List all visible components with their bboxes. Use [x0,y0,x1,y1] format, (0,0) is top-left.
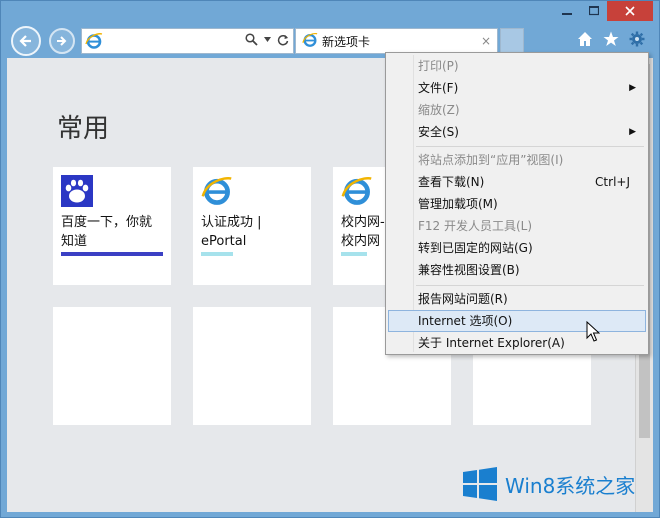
shortcut-label: Ctrl+J [595,175,630,189]
frequent-site-tile[interactable]: 认证成功 | ePortal [193,167,311,285]
address-actions [245,33,289,46]
command-icons [577,31,645,47]
windows-logo-icon [463,467,497,501]
maximize-icon [588,6,599,16]
menu-item-internet-options[interactable]: Internet 选项(O) [388,310,646,332]
tile-label: 认证成功 | ePortal [201,215,262,249]
baidu-paw-icon [61,175,93,210]
menu-item-manage-addons[interactable]: 管理加载项(M) [388,193,646,215]
ie-icon [341,175,373,210]
minimize-button[interactable] [553,1,580,21]
close-window-button[interactable] [607,1,653,21]
search-icon[interactable] [245,33,258,46]
forward-button[interactable] [49,28,75,54]
submenu-arrow-icon: ▶ [629,83,636,93]
tile-accent-bar [201,252,233,256]
tile-accent-bar [341,252,367,256]
tile-label: 百度一下，你就 知道 [61,215,153,249]
frequent-site-tile[interactable]: 百度一下，你就 知道 [53,167,171,285]
browser-window: 新选项卡 × 常用 百度一下，你就 知道 认证成功 | ePortal 校内网-… [0,0,660,518]
menu-item-pinned-sites[interactable]: 转到已固定的网站(G) [388,237,646,259]
tile-accent-bar [61,252,163,256]
menu-item-add-to-apps[interactable]: 将站点添加到“应用”视图(I) [388,149,646,171]
star-icon[interactable] [603,31,619,47]
minimize-icon [561,13,572,15]
menu-item-safety[interactable]: 安全(S) ▶ [388,121,646,143]
menu-item-compat-view[interactable]: 兼容性视图设置(B) [388,259,646,281]
menu-separator [416,146,644,147]
tab-title: 新选项卡 [322,34,371,49]
back-button[interactable] [11,26,41,56]
menu-separator [416,285,644,286]
close-icon [625,6,635,16]
menu-item-file[interactable]: 文件(F) ▶ [388,77,646,99]
tab-close-button[interactable]: × [481,34,491,48]
maximize-button[interactable] [580,1,607,21]
mouse-cursor-icon [586,321,600,342]
menu-item-zoom[interactable]: 缩放(Z) [388,99,646,121]
watermark-text: Win8系统之家 [505,473,636,498]
window-controls [553,1,653,23]
menu-item-f12-tools[interactable]: F12 开发人员工具(L) [388,215,646,237]
arrow-left-icon [19,35,31,47]
home-icon[interactable] [577,31,593,47]
ie-page-icon [302,32,318,51]
menu-item-about-ie[interactable]: 关于 Internet Explorer(A) [388,332,646,354]
watermark: Win8系统之家 [463,467,635,501]
ie-icon [201,175,233,210]
submenu-arrow-icon: ▶ [629,127,636,137]
arrow-right-icon [57,36,67,46]
empty-tile [193,307,311,425]
frequent-section-title: 常用 [57,114,110,144]
tab-new-tab[interactable]: 新选项卡 × [295,28,498,54]
chevron-down-icon[interactable] [264,37,271,42]
menu-item-report-problems[interactable]: 报告网站问题(R) [388,288,646,310]
ie-page-icon [85,32,103,53]
refresh-icon[interactable] [277,34,289,46]
empty-tile [53,307,171,425]
menu-item-print[interactable]: 打印(P) [388,55,646,77]
new-tab-button[interactable] [500,28,524,54]
menu-item-view-downloads[interactable]: 查看下载(N) Ctrl+J [388,171,646,193]
gear-icon[interactable] [629,31,645,47]
address-bar[interactable] [81,28,294,54]
tools-menu: 打印(P) 文件(F) ▶ 缩放(Z) 安全(S) ▶ 将站点添加到“应用”视图(I… [385,52,649,355]
